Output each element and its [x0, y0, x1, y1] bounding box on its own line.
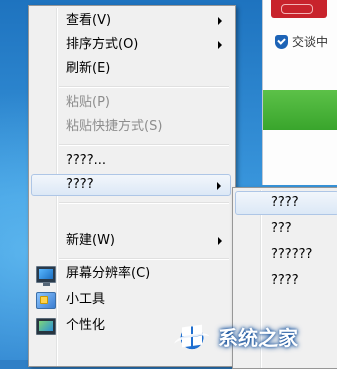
menu-separator	[59, 144, 229, 146]
chat-label: 交谈中	[292, 35, 329, 49]
menu-item-label: 粘贴快捷方式(S)	[66, 119, 163, 134]
menu-item-label: 查看(V)	[66, 13, 112, 28]
menu-item-sort[interactable]: 排序方式(O)	[31, 34, 231, 56]
submenu-item-label: ??????	[271, 247, 313, 262]
menu-separator	[59, 258, 229, 260]
menu-item-label: ????...	[66, 153, 106, 168]
monitor-icon	[36, 266, 56, 286]
menu-item-label: 个性化	[66, 318, 106, 333]
personalize-icon	[36, 318, 56, 335]
menu-item-label: 屏幕分辨率(C)	[66, 266, 151, 281]
chat-status[interactable]: 交谈中	[275, 33, 328, 50]
background-window: 交谈中	[262, 0, 337, 185]
menu-item-paste-shortcut[interactable]: 粘贴快捷方式(S)	[31, 116, 231, 138]
menu-item-unknown-2[interactable]: ????	[31, 174, 231, 196]
menu-separator	[59, 202, 229, 204]
windows-logo-icon	[172, 318, 212, 354]
menu-item-label: 排序方式(O)	[66, 37, 139, 52]
chevron-right-icon	[218, 41, 222, 49]
submenu-item-label: ????	[271, 273, 299, 288]
gadget-icon	[36, 292, 56, 309]
submenu-item-3[interactable]: ??????	[235, 243, 337, 267]
menu-item-label: 刷新(E)	[66, 61, 111, 76]
menu-item-unknown-1[interactable]: ????...	[31, 150, 231, 172]
menu-item-label: 小工具	[66, 292, 106, 307]
menu-item-gadgets[interactable]: 小工具	[31, 289, 231, 311]
submenu-item-2[interactable]: ???	[235, 217, 337, 241]
menu-item-label: 新建(W)	[66, 233, 115, 248]
menu-item-new[interactable]: 新建(W)	[31, 230, 231, 252]
menu-item-screen-resolution[interactable]: 屏幕分辨率(C)	[31, 263, 231, 286]
submenu-item-label: ???	[271, 221, 292, 236]
menu-item-refresh[interactable]: 刷新(E)	[31, 58, 231, 80]
menu-separator	[59, 86, 229, 88]
chevron-right-icon	[217, 182, 221, 190]
chevron-right-icon	[218, 237, 222, 245]
shield-icon	[275, 34, 288, 49]
green-bar	[263, 90, 337, 130]
menu-item-label: 粘贴(P)	[66, 95, 110, 110]
submenu-item-label: ????	[271, 195, 299, 210]
menu-item-view[interactable]: 查看(V)	[31, 10, 231, 32]
watermark: 系统之家	[168, 312, 337, 360]
red-banner-logo	[271, 0, 327, 18]
submenu-item-1[interactable]: ????	[235, 191, 337, 215]
menu-item-label: ????	[66, 177, 94, 192]
submenu-item-4[interactable]: ????	[235, 269, 337, 293]
watermark-text: 系统之家	[218, 325, 298, 350]
chevron-right-icon	[218, 17, 222, 25]
menu-item-paste[interactable]: 粘贴(P)	[31, 92, 231, 114]
